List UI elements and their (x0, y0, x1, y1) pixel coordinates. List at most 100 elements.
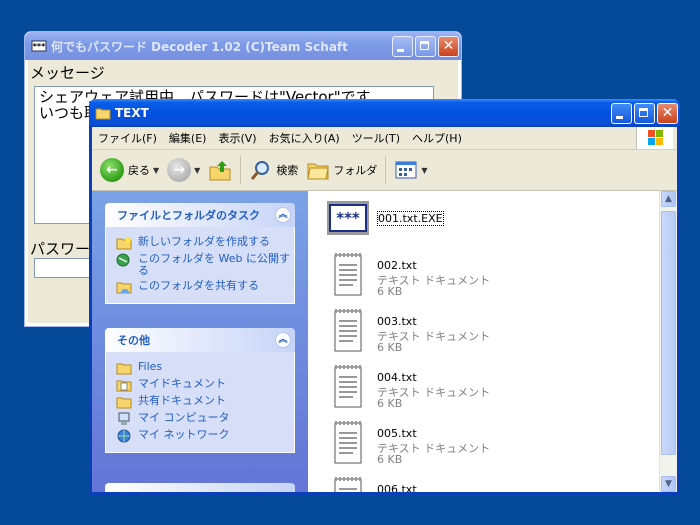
toolbar: ← 戻る ▼ → ▼ 検索 フォルダ ▼ (92, 150, 677, 191)
menu-file[interactable]: ファイル(F) (92, 130, 163, 146)
menu-edit[interactable]: 編集(E) (163, 130, 213, 146)
scroll-thumb[interactable] (661, 211, 676, 455)
file-name: 004.txt (377, 371, 417, 384)
file-item-002[interactable]: 002.txt テキスト ドキュメント 6 KB (325, 251, 625, 301)
maximize-button[interactable] (634, 102, 655, 124)
file-name: 001.txt.EXE (377, 211, 444, 226)
file-size: 6 KB (377, 397, 403, 410)
minimize-icon (397, 48, 404, 52)
place-files[interactable]: Files (116, 361, 294, 375)
maximize-icon (420, 40, 429, 50)
scroll-down-button[interactable]: ▼ (661, 476, 676, 492)
back-arrow-icon: ← (100, 158, 124, 182)
toolbar-separator (240, 156, 242, 184)
file-list: *** 001.txt.EXE 002.txt テキスト ドキュメント 6 KB… (315, 191, 659, 492)
place-label: マイ ネットワーク (138, 428, 230, 441)
task-pane: ファイルとフォルダのタスク ︽ 新しいフォルダを作成する このフォルダを Web… (92, 191, 308, 492)
file-item-004[interactable]: 004.txt テキスト ドキュメント 6 KB (325, 363, 625, 413)
file-name: 003.txt (377, 315, 417, 328)
file-item-006[interactable]: 006.txt (325, 475, 625, 492)
other-places-title: その他 (117, 334, 150, 347)
menu-tools[interactable]: ツール(T) (346, 130, 406, 146)
place-my-network[interactable]: マイ ネットワーク (116, 429, 294, 443)
svg-text:***: *** (33, 42, 46, 51)
menu-favorites[interactable]: お気に入り(A) (263, 130, 346, 146)
details-header[interactable] (105, 483, 295, 492)
new-folder-icon (116, 237, 132, 250)
task-share-folder[interactable]: このフォルダを共有する (116, 280, 294, 294)
place-my-documents[interactable]: マイドキュメント (116, 378, 294, 392)
collapse-chevron-icon[interactable]: ︽ (275, 332, 291, 348)
forward-arrow-icon: → (167, 158, 192, 182)
maximize-button[interactable] (415, 35, 436, 57)
folders-label: フォルダ (333, 164, 378, 177)
file-item-003[interactable]: 003.txt テキスト ドキュメント 6 KB (325, 307, 625, 357)
collapse-chevron-icon[interactable]: ︽ (275, 207, 291, 223)
close-button[interactable]: ✕ (657, 102, 678, 124)
up-folder-icon (209, 161, 231, 181)
folders-button[interactable]: フォルダ (306, 158, 377, 182)
file-item-005[interactable]: 005.txt テキスト ドキュメント 6 KB (325, 419, 625, 469)
task-new-folder[interactable]: 新しいフォルダを作成する (116, 236, 294, 250)
place-shared-documents[interactable]: 共有ドキュメント (116, 395, 294, 409)
menu-bar: ファイル(F) 編集(E) 表示(V) お気に入り(A) ツール(T) ヘルプ(… (92, 127, 677, 150)
task-label: このフォルダを Web に公開する (138, 252, 290, 277)
svg-text:***: *** (336, 209, 360, 227)
my-network-icon (117, 429, 131, 443)
explorer-window-title: TEXT (115, 106, 149, 120)
file-folder-tasks-body: 新しいフォルダを作成する このフォルダを Web に公開する このフォルダを共有… (105, 227, 295, 304)
content-area: ファイルとフォルダのタスク ︽ 新しいフォルダを作成する このフォルダを Web… (92, 191, 677, 492)
back-dropdown-icon[interactable]: ▼ (153, 166, 159, 175)
back-button[interactable]: ← 戻る ▼ (100, 158, 159, 182)
publish-web-icon (116, 253, 130, 267)
close-icon: ✕ (661, 104, 674, 121)
file-item-001[interactable]: *** 001.txt.EXE (325, 195, 625, 245)
decoder-window-title: 何でもパスワード Decoder 1.02 (C)Team Schaft (51, 39, 348, 54)
windows-flag-icon (648, 130, 663, 145)
share-folder-icon (116, 282, 132, 294)
close-button[interactable]: ✕ (438, 35, 459, 57)
vertical-scrollbar[interactable]: ▲ ▼ (659, 191, 677, 492)
file-folder-tasks-header[interactable]: ファイルとフォルダのタスク ︽ (105, 203, 295, 227)
menu-help[interactable]: ヘルプ(H) (406, 130, 468, 146)
explorer-title-bar[interactable]: TEXT ✕ (89, 99, 680, 127)
text-document-icon (334, 253, 362, 296)
search-button[interactable]: 検索 (249, 158, 298, 182)
my-documents-icon (116, 380, 132, 392)
forward-dropdown-icon[interactable]: ▼ (194, 166, 200, 175)
views-button[interactable]: ▼ (394, 158, 427, 182)
up-folder-button[interactable] (208, 158, 232, 182)
views-dropdown-icon[interactable]: ▼ (421, 166, 427, 175)
password-label: パスワー (30, 240, 91, 258)
folder-icon (116, 363, 132, 375)
forward-button[interactable]: → ▼ (167, 158, 200, 182)
other-places-header[interactable]: その他 ︽ (105, 328, 295, 352)
other-places-panel: その他 ︽ Files マイドキュメント 共有ドキュメント マイ コンピュータ … (105, 328, 295, 453)
file-folder-tasks-title: ファイルとフォルダのタスク (117, 209, 260, 222)
task-label: 新しいフォルダを作成する (138, 235, 270, 248)
details-panel (105, 483, 295, 492)
app-icon: *** (31, 40, 47, 52)
file-name: 002.txt (377, 259, 417, 272)
shared-documents-icon (116, 397, 132, 409)
task-publish-web[interactable]: このフォルダを Web に公開する (116, 253, 294, 277)
scroll-up-button[interactable]: ▲ (661, 191, 676, 207)
windows-logo (636, 127, 673, 149)
explorer-window: TEXT ✕ ファイル(F) 編集(E) 表示(V) お気に入り(A) ツール(… (89, 99, 680, 495)
my-computer-icon (118, 412, 130, 425)
place-my-computer[interactable]: マイ コンピュータ (116, 412, 294, 426)
maximize-icon (639, 107, 648, 117)
minimize-icon (616, 115, 623, 119)
task-label: このフォルダを共有する (138, 279, 259, 292)
minimize-button[interactable] (611, 102, 632, 124)
file-name: 006.txt (377, 483, 417, 492)
minimize-button[interactable] (392, 35, 413, 57)
file-size: 6 KB (377, 453, 403, 466)
file-size: 6 KB (377, 341, 403, 354)
decoder-title-bar[interactable]: *** 何でもパスワード Decoder 1.02 (C)Team Schaft… (25, 32, 461, 60)
close-icon: ✕ (442, 37, 455, 54)
search-icon (251, 161, 270, 180)
exe-password-icon: *** (327, 201, 369, 235)
menu-view[interactable]: 表示(V) (212, 130, 262, 146)
toolbar-separator (385, 156, 387, 184)
